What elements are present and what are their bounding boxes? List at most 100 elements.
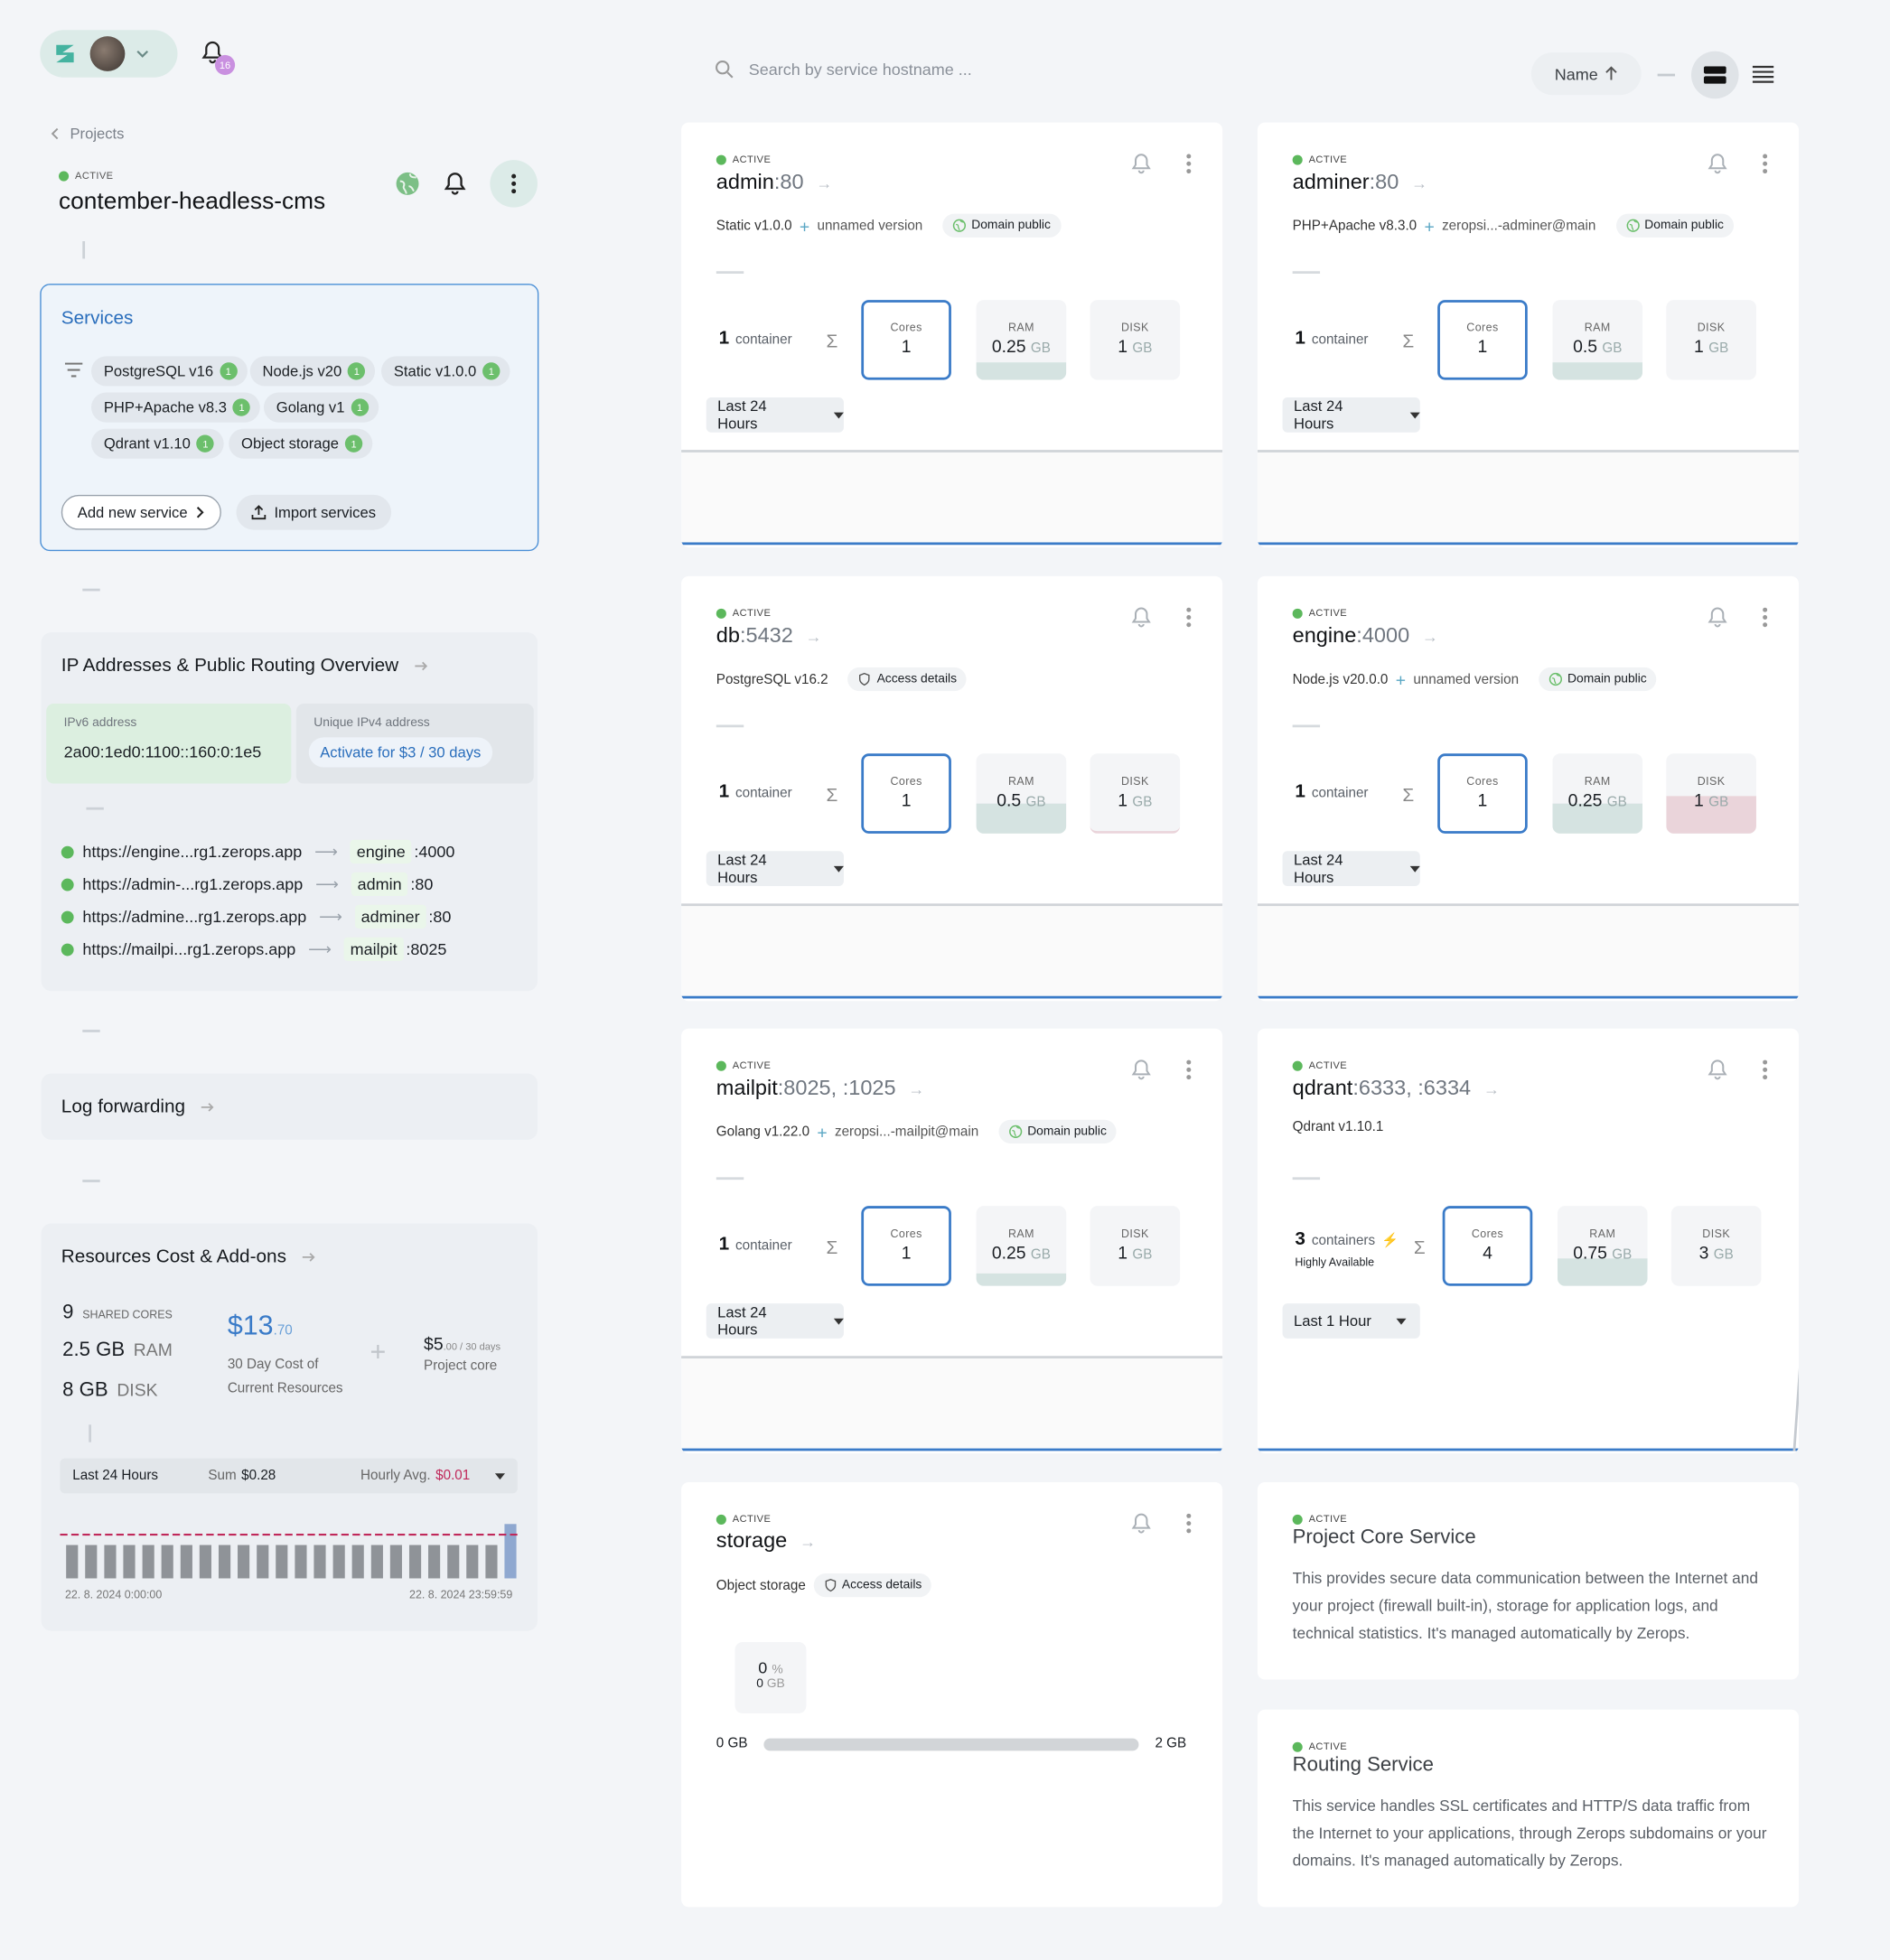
more-vertical-icon[interactable] — [1761, 153, 1768, 175]
service-chip[interactable]: Static v1.0.0 1 — [380, 356, 510, 387]
add-service-button[interactable]: Add new service — [61, 494, 221, 530]
service-card-adminer[interactable]: ACTIVE adminer:80 → PHP+Apache v8.3.0 + zerop… — [1257, 122, 1800, 548]
service-card-db[interactable]: ACTIVE db:5432 → PostgreSQL v16.2 Access det… — [681, 575, 1223, 1002]
service-chip[interactable]: Qdrant v1.10 1 — [91, 428, 225, 459]
bell-icon[interactable] — [1707, 606, 1729, 629]
time-range-select[interactable]: Last 24 Hours — [706, 1303, 844, 1339]
more-vertical-icon[interactable] — [1761, 1059, 1768, 1081]
search-input[interactable]: Search by service hostname ... — [715, 60, 972, 79]
ram-value: 0.25 GB — [977, 336, 1067, 356]
access-details-badge[interactable]: Access details — [813, 1573, 932, 1598]
globe-icon — [1008, 1125, 1023, 1138]
domain-public-badge[interactable]: Domain public — [942, 213, 1061, 238]
service-card-admin[interactable]: ACTIVE admin:80 → Static v1.0.0 + unnamed ver… — [681, 122, 1223, 548]
ha-label: Highly Available — [1295, 1255, 1375, 1269]
more-vertical-icon[interactable] — [1185, 153, 1193, 175]
time-range-label: Last 1 Hour — [1294, 1311, 1371, 1330]
service-name[interactable]: admin:80 → — [716, 170, 833, 195]
route-row[interactable]: https://mailpi...rg1.zerops.app ⟶ mailpit:… — [61, 937, 447, 961]
ram-label: RAM — [133, 1339, 173, 1360]
service-chip[interactable]: Golang v1 1 — [263, 392, 379, 423]
more-vertical-icon[interactable] — [1185, 1512, 1193, 1535]
service-name[interactable]: db:5432 → — [716, 623, 822, 649]
time-range-label: Last 24 Hours — [717, 1303, 767, 1339]
route-row[interactable]: https://admine...rg1.zerops.app ⟶ adminer:… — [61, 904, 451, 929]
time-range-select[interactable]: Last 24 Hours — [1282, 851, 1420, 886]
account-switcher[interactable] — [40, 30, 178, 78]
breadcrumb-projects[interactable]: Projects — [70, 125, 124, 142]
view-cards-button[interactable] — [1691, 51, 1739, 99]
ram-label: RAM — [1589, 1227, 1616, 1240]
chip-label: Object storage — [241, 434, 340, 453]
sigma-icon: Σ — [826, 331, 838, 353]
service-chip[interactable]: PHP+Apache v8.3 1 — [91, 392, 261, 423]
bell-icon[interactable] — [1707, 153, 1729, 175]
service-name[interactable]: engine:4000 → — [1293, 623, 1438, 649]
bell-icon[interactable] — [1707, 1059, 1729, 1081]
bell-icon[interactable] — [443, 172, 468, 197]
time-range-select[interactable]: Last 1 Hour — [1282, 1303, 1420, 1339]
notifications-button[interactable]: 16 — [200, 40, 238, 78]
service-version: unnamed version — [817, 218, 923, 234]
view-list-button[interactable] — [1752, 65, 1774, 90]
access-details-badge[interactable]: Access details — [847, 667, 968, 692]
service-chip[interactable]: Node.js v20 1 — [249, 356, 376, 387]
project-status: ACTIVE — [59, 170, 114, 182]
time-range-select[interactable]: Last 24 Hours — [706, 397, 844, 433]
time-range-select[interactable]: Last 24 Hours — [1282, 397, 1420, 433]
disk-unit: GB — [1132, 341, 1153, 357]
usage-percent-unit: % — [772, 1663, 783, 1677]
ip-routing-title[interactable]: IP Addresses & Public Routing Overview — [61, 655, 429, 677]
service-card-qdrant[interactable]: ACTIVE qdrant:6333, :6334 → Qdrant v1.10.1 3… — [1257, 1028, 1800, 1454]
ram-unit: GB — [1606, 794, 1627, 810]
bell-icon[interactable] — [1130, 1059, 1153, 1081]
sort-button[interactable]: Name — [1530, 52, 1642, 96]
route-row[interactable]: https://engine...rg1.zerops.app ⟶ engine:4… — [61, 839, 454, 864]
route-url[interactable]: https://engine...rg1.zerops.app — [82, 843, 302, 862]
service-chip[interactable]: PostgreSQL v16 1 — [91, 356, 248, 387]
domain-public-badge[interactable]: Domain public — [998, 1119, 1117, 1143]
globe-icon[interactable] — [395, 172, 420, 197]
more-vertical-icon[interactable] — [1185, 606, 1193, 629]
breadcrumb[interactable]: Projects — [50, 125, 124, 143]
import-services-button[interactable]: Import services — [236, 494, 392, 530]
disk-value: 1 GB — [1666, 789, 1756, 809]
bell-icon[interactable] — [1130, 606, 1153, 629]
service-name[interactable]: qdrant:6333, :6334 → — [1293, 1076, 1500, 1101]
route-url[interactable]: https://admine...rg1.zerops.app — [82, 907, 306, 926]
route-url[interactable]: https://mailpi...rg1.zerops.app — [82, 939, 295, 958]
service-card-engine[interactable]: ACTIVE engine:4000 → Node.js v20.0.0 + unname… — [1257, 575, 1800, 1002]
more-vertical-icon[interactable] — [1761, 606, 1768, 629]
service-chip[interactable]: Object storage 1 — [229, 428, 373, 459]
more-vertical-icon — [511, 173, 517, 194]
more-vertical-icon[interactable] — [1185, 1059, 1193, 1081]
cost-range-select[interactable]: Last 24 Hours Sum $0.28 Hourly Avg. $0.01 — [60, 1458, 518, 1494]
ram-box: RAM 0.75 GB — [1557, 1206, 1648, 1286]
cost-title[interactable]: Resources Cost & Add-ons — [61, 1246, 316, 1267]
cores-box: Cores 4 — [1442, 1206, 1533, 1286]
time-range-select[interactable]: Last 24 Hours — [706, 851, 844, 886]
service-meta: PHP+Apache v8.3.0 + zeropsi...-adminer@mai… — [1293, 213, 1735, 238]
sort-label: Name — [1554, 64, 1598, 84]
service-card-mailpit[interactable]: ACTIVE mailpit:8025, :1025 → Golang v1.22.0… — [681, 1028, 1223, 1454]
bell-icon[interactable] — [1130, 1512, 1153, 1535]
domain-public-badge[interactable]: Domain public — [1615, 213, 1735, 238]
divider — [716, 724, 744, 728]
project-status-label: ACTIVE — [75, 170, 114, 182]
log-forwarding-panel[interactable]: Log forwarding — [41, 1073, 538, 1140]
domain-public-badge[interactable]: Domain public — [1539, 667, 1657, 692]
disk-value: 1 GB — [1666, 336, 1756, 356]
route-row[interactable]: https://admin-...rg1.zerops.app ⟶ admin:80 — [61, 872, 434, 897]
service-name[interactable]: adminer:80 → — [1293, 170, 1428, 195]
service-name[interactable]: mailpit:8025, :1025 → — [716, 1076, 925, 1101]
route-url[interactable]: https://admin-...rg1.zerops.app — [82, 875, 303, 894]
filter-icon[interactable] — [64, 362, 84, 378]
bell-icon[interactable] — [1130, 153, 1153, 175]
project-more-button[interactable] — [490, 160, 538, 208]
activate-ipv4-button[interactable]: Activate for $3 / 30 days — [308, 737, 492, 768]
service-port: :8025, :1025 — [777, 1076, 896, 1100]
cores-box: Cores 1 — [1437, 300, 1528, 380]
service-card-storage[interactable]: ACTIVE storage → Object storage Access det… — [681, 1481, 1223, 1908]
service-name[interactable]: storage → — [716, 1528, 816, 1554]
route-host: mailpit — [343, 937, 404, 961]
